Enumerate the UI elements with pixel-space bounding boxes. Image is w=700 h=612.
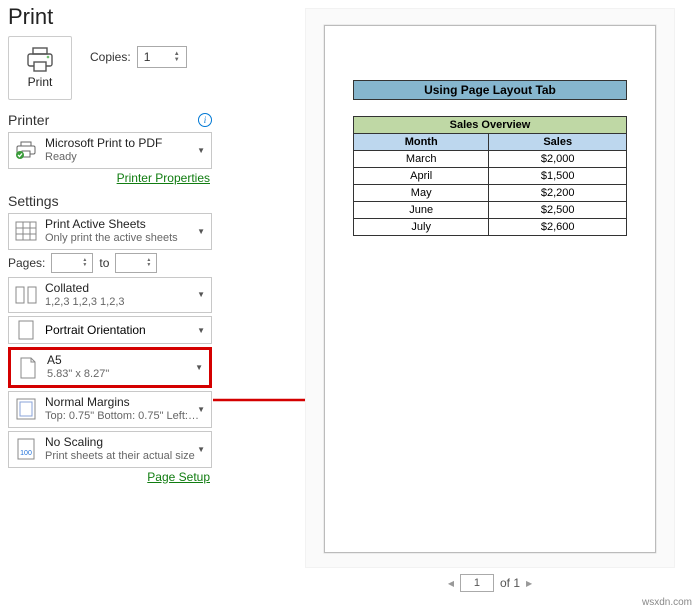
collate-secondary: 1,2,3 1,2,3 1,2,3 <box>45 296 207 310</box>
margins-primary: Normal Margins <box>45 395 207 410</box>
prev-page-button[interactable]: ◀ <box>448 579 454 588</box>
copies-value: 1 <box>144 50 151 64</box>
chevron-down-icon: ▼ <box>197 445 205 454</box>
sheets-icon <box>13 221 39 241</box>
printer-heading: Printer <box>8 112 49 128</box>
page-title: Print <box>8 4 212 30</box>
chevron-down-icon: ▼ <box>195 363 203 372</box>
margins-secondary: Top: 0.75" Bottom: 0.75" Left:… <box>45 410 207 424</box>
printer-ready-icon <box>13 141 39 159</box>
page-icon <box>15 357 41 379</box>
print-what-secondary: Only print the active sheets <box>45 232 207 246</box>
preview-table: Sales Overview Month Sales March$2,000 A… <box>353 116 627 236</box>
margins-icon <box>13 398 39 420</box>
paper-secondary: 5.83" x 8.27" <box>47 368 205 382</box>
svg-text:100: 100 <box>20 450 32 457</box>
col-sales: Sales <box>489 134 627 151</box>
preview-title-bar: Using Page Layout Tab <box>353 80 627 100</box>
chevron-down-icon: ▼ <box>197 405 205 414</box>
watermark: wsxdn.com <box>642 597 692 608</box>
collate-select[interactable]: Collated 1,2,3 1,2,3 1,2,3 ▼ <box>8 277 212 314</box>
page-from-stepper[interactable]: ▲▼ <box>51 253 93 273</box>
chevron-down-icon: ▼ <box>197 146 205 155</box>
orientation-select[interactable]: Portrait Orientation ▼ <box>8 316 212 344</box>
print-preview: Using Page Layout Tab Sales Overview Mon… <box>305 8 675 568</box>
settings-heading: Settings <box>8 193 59 209</box>
portrait-icon <box>13 320 39 340</box>
margins-select[interactable]: Normal Margins Top: 0.75" Bottom: 0.75" … <box>8 391 212 428</box>
table-row: July$2,600 <box>354 219 627 236</box>
stepper-arrows-icon: ▲▼ <box>174 47 184 67</box>
info-icon[interactable]: i <box>198 113 212 127</box>
paper-size-select[interactable]: A5 5.83" x 8.27" ▼ <box>8 347 212 388</box>
table-row: April$1,500 <box>354 168 627 185</box>
printer-select[interactable]: Microsoft Print to PDF Ready ▼ <box>8 132 212 169</box>
page-to-stepper[interactable]: ▲▼ <box>115 253 157 273</box>
table-row: June$2,500 <box>354 202 627 219</box>
collate-primary: Collated <box>45 281 207 296</box>
next-page-button[interactable]: ▶ <box>526 579 532 588</box>
scaling-icon: 100 <box>13 438 39 460</box>
print-what-select[interactable]: Print Active Sheets Only print the activ… <box>8 213 212 250</box>
copies-label: Copies: <box>90 50 131 64</box>
scaling-select[interactable]: 100 No Scaling Print sheets at their act… <box>8 431 212 468</box>
scaling-primary: No Scaling <box>45 435 207 450</box>
col-month: Month <box>354 134 489 151</box>
copies-stepper[interactable]: 1 ▲▼ <box>137 46 187 68</box>
table-title: Sales Overview <box>354 117 627 134</box>
printer-name: Microsoft Print to PDF <box>45 136 207 151</box>
printer-properties-link[interactable]: Printer Properties <box>117 171 210 185</box>
print-button[interactable]: Print <box>8 36 72 100</box>
page-setup-link[interactable]: Page Setup <box>147 470 210 484</box>
printer-status: Ready <box>45 151 207 165</box>
page-number-input[interactable]: 1 <box>460 574 494 592</box>
paper-primary: A5 <box>47 353 205 368</box>
collated-icon <box>13 286 39 304</box>
chevron-down-icon: ▼ <box>197 227 205 236</box>
chevron-down-icon: ▼ <box>197 326 205 335</box>
printer-icon <box>25 47 55 73</box>
preview-page: Using Page Layout Tab Sales Overview Mon… <box>324 25 656 553</box>
print-what-primary: Print Active Sheets <box>45 217 207 232</box>
to-label: to <box>99 256 109 270</box>
table-row: March$2,000 <box>354 151 627 168</box>
pages-label: Pages: <box>8 256 45 270</box>
page-of-label: of 1 <box>500 576 520 590</box>
print-button-label: Print <box>28 75 53 89</box>
table-row: May$2,200 <box>354 185 627 202</box>
chevron-down-icon: ▼ <box>197 290 205 299</box>
orientation-primary: Portrait Orientation <box>45 323 207 338</box>
scaling-secondary: Print sheets at their actual size <box>45 450 207 464</box>
